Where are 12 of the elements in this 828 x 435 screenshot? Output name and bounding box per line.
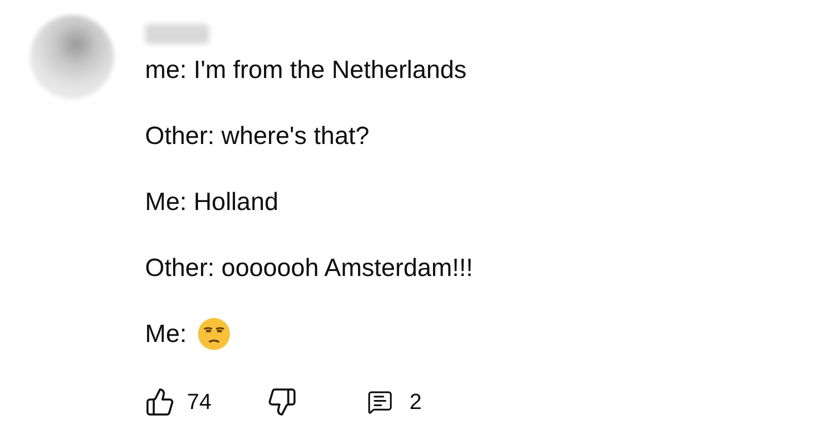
comment-line: Me:: [145, 319, 187, 350]
like-icon[interactable]: [145, 387, 175, 417]
unamused-face-icon: [196, 317, 231, 351]
reply-count: 2: [409, 389, 422, 415]
comment-line: me: I'm from the Netherlands: [145, 55, 467, 86]
comment-line: Other: where's that?: [145, 121, 370, 152]
dislike-icon[interactable]: [267, 387, 298, 417]
reply-icon[interactable]: [367, 389, 394, 415]
comment-line: Me: Holland: [145, 187, 278, 218]
like-count: 74: [187, 389, 212, 415]
comment-line: Other: ooooooh Amsterdam!!!: [145, 253, 473, 284]
blurred-username: [145, 24, 209, 44]
